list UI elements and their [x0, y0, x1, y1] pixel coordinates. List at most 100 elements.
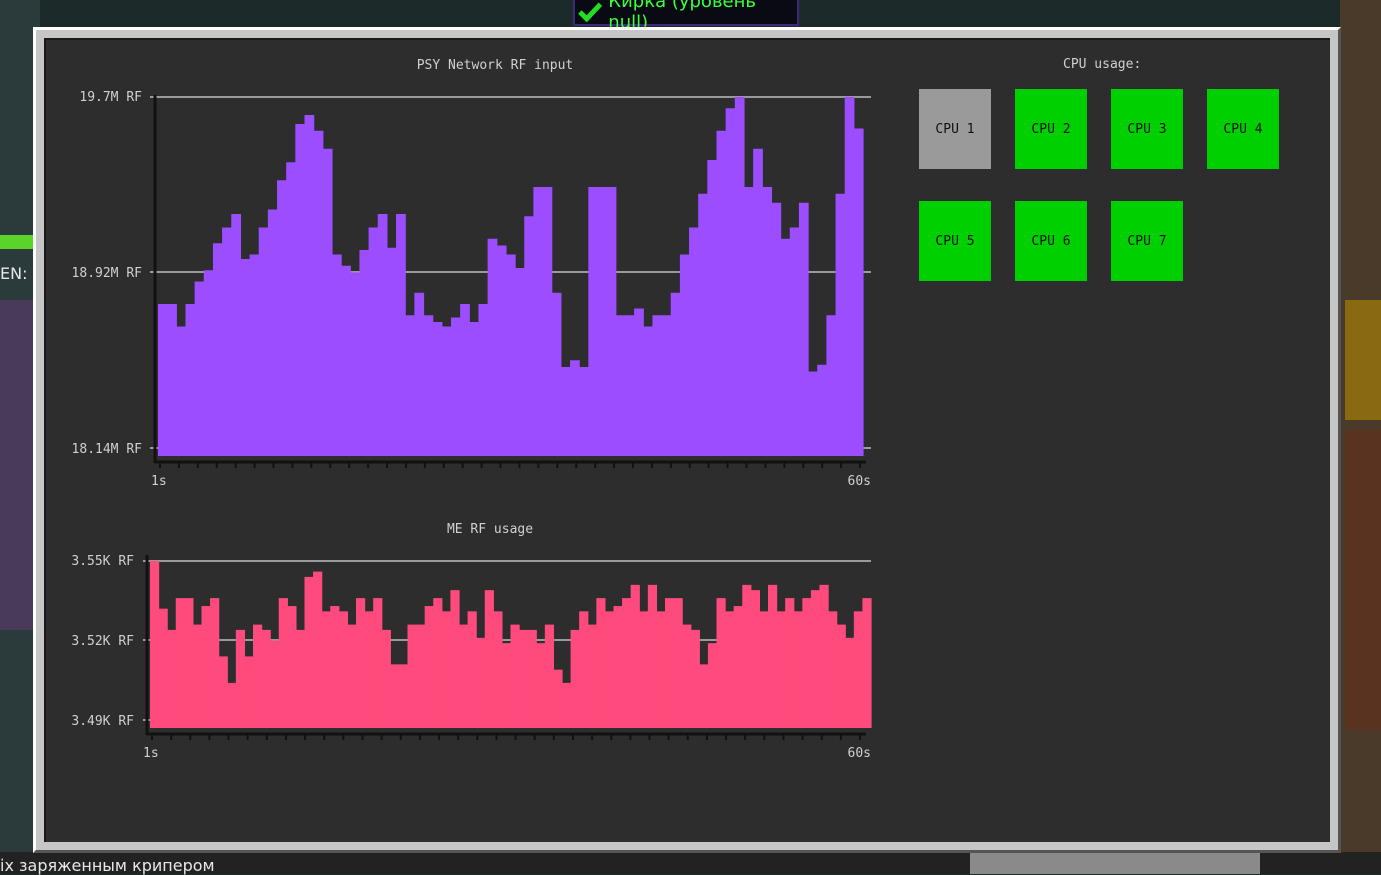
me-usage-bar	[570, 629, 580, 728]
me-usage-bar	[862, 598, 872, 728]
rf-input-bar	[194, 281, 205, 456]
rf-input-bar	[551, 292, 562, 456]
rf-y-label-bottom: 18.14M RF	[72, 442, 143, 457]
me-usage-bar	[802, 598, 812, 728]
rf-x-label-end: 60s	[848, 474, 871, 489]
cpu-tile-label: CPU 4	[1223, 121, 1263, 137]
me-usage-bar	[459, 624, 469, 728]
rf-input-bar	[258, 227, 269, 456]
cpu-tile-2[interactable]: CPU 2	[1015, 89, 1087, 169]
cpu-tile-4[interactable]: CPU 4	[1207, 89, 1279, 169]
rf-input-bar	[414, 292, 425, 456]
me-usage-chart-title: ME RF usage	[447, 522, 533, 537]
me-usage-bar	[381, 629, 391, 728]
me-usage-bar	[433, 598, 443, 728]
me-usage-bar	[158, 608, 168, 728]
rf-input-bar	[826, 315, 837, 456]
me-usage-bar	[150, 561, 160, 728]
rf-input-bar	[505, 254, 516, 456]
rf-input-bar	[560, 367, 571, 456]
rf-input-bar	[762, 187, 773, 456]
me-usage-bar	[364, 611, 374, 728]
me-usage-bar	[742, 584, 752, 728]
rf-input-bar	[460, 304, 470, 456]
me-usage-bar	[836, 624, 846, 728]
rf-input-bar	[743, 187, 754, 456]
rf-input-bar	[597, 187, 608, 456]
rf-input-bar	[441, 326, 452, 456]
me-usage-bar	[716, 598, 726, 728]
me-usage-bar	[321, 611, 331, 728]
cpu-tile-label: CPU 7	[1127, 233, 1167, 249]
me-usage-bar	[476, 637, 486, 728]
rf-input-bar	[789, 227, 800, 456]
me-usage-bar	[347, 624, 357, 728]
rf-input-bar	[689, 227, 699, 456]
rf-input-bar	[496, 245, 507, 456]
me-x-label-end: 60s	[848, 746, 871, 761]
me-usage-bar	[330, 606, 340, 728]
me-usage-bar	[630, 584, 640, 728]
me-usage-bar	[278, 598, 288, 728]
cpu-usage-title: CPU usage:	[1063, 57, 1142, 72]
me-usage-bar	[398, 664, 409, 728]
rf-input-bar	[203, 270, 214, 456]
me-usage-bar	[270, 640, 280, 728]
me-usage-bar	[467, 611, 477, 728]
me-usage-bar	[665, 598, 675, 728]
me-usage-bar	[184, 598, 194, 728]
me-usage-bar	[673, 598, 683, 728]
cpu-tile-3[interactable]: CPU 3	[1111, 89, 1183, 169]
rf-input-bar	[423, 315, 434, 456]
me-usage-bar	[604, 611, 615, 728]
rf-input-bar	[542, 187, 553, 456]
rf-input-bar	[277, 180, 287, 456]
me-usage-bar	[493, 611, 503, 728]
cpu-tile-6[interactable]: CPU 6	[1015, 201, 1087, 281]
me-usage-bar	[201, 606, 211, 728]
me-usage-bar	[819, 584, 829, 728]
cpu-tile-7[interactable]: CPU 7	[1111, 201, 1183, 281]
cpu-tile-label: CPU 5	[935, 233, 975, 249]
me-usage-bar	[793, 611, 803, 728]
me-usage-bar	[690, 629, 700, 728]
rf-input-bar	[835, 193, 846, 456]
rf-input-bar	[679, 254, 690, 456]
me-usage-bars	[150, 561, 872, 728]
cpu-tile-5[interactable]: CPU 5	[919, 201, 991, 281]
me-y-label-mid: 3.52K RF	[71, 634, 134, 649]
cpu-tile-label: CPU 6	[1031, 233, 1071, 249]
rf-input-bar	[368, 227, 379, 456]
me-usage-bar	[707, 643, 718, 728]
me-usage-bar	[373, 598, 383, 728]
me-usage-bar	[647, 584, 658, 728]
rf-input-chart: PSY Network RF input 19.7M RF 18.92M RF …	[72, 58, 871, 489]
rf-input-bar	[212, 243, 223, 456]
rf-input-bar	[588, 187, 599, 456]
me-usage-bar	[210, 598, 220, 728]
rf-input-bar	[359, 250, 370, 456]
rf-input-bar	[771, 202, 782, 456]
me-usage-bar	[810, 590, 821, 728]
me-usage-bar	[768, 584, 778, 728]
cpu-tile-label: CPU 3	[1127, 121, 1167, 137]
rf-input-bar	[432, 322, 443, 456]
rf-input-bar	[377, 214, 388, 456]
me-usage-bar	[776, 611, 786, 728]
me-usage-bar	[853, 611, 864, 728]
rf-input-bar	[753, 148, 763, 456]
me-usage-bar	[175, 598, 185, 728]
rf-input-bar	[817, 364, 827, 456]
me-usage-bar	[441, 611, 452, 728]
rf-input-bars	[158, 97, 864, 456]
rf-input-bar	[222, 227, 232, 456]
me-usage-bar	[304, 576, 314, 728]
rf-input-bar	[396, 214, 406, 456]
rf-input-bar	[158, 304, 168, 456]
rf-input-bar	[231, 214, 242, 456]
me-usage-bar	[407, 624, 417, 728]
rf-input-bar	[450, 317, 461, 456]
cpu-tile-1[interactable]: CPU 1	[919, 89, 991, 169]
rf-input-bar	[267, 209, 278, 456]
me-usage-bar	[227, 682, 237, 728]
